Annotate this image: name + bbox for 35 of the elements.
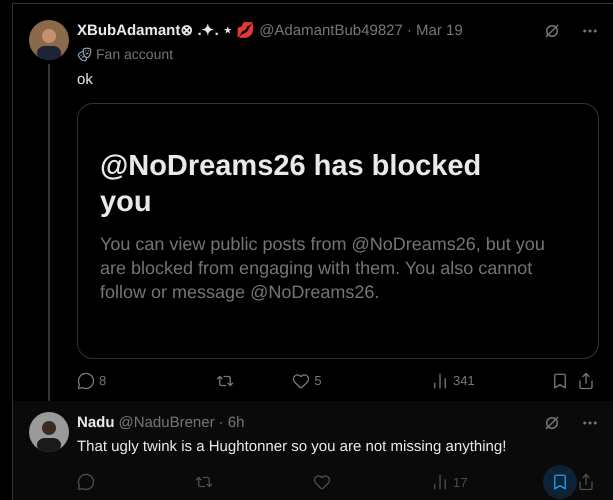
bookmark-button[interactable]: [543, 465, 577, 500]
reply-text: That ugly twink is a Hughtonner so you are not missing anything!: [77, 437, 508, 457]
reply-button[interactable]: 8: [77, 371, 157, 390]
user-handle[interactable]: @NaduBrener: [118, 412, 215, 434]
share-icon: [577, 372, 595, 390]
share-button[interactable]: [577, 473, 595, 492]
share-icon: [577, 473, 595, 492]
notice-title: @NoDreams26 has blocked you: [100, 149, 482, 220]
theater-mask-icon: [77, 46, 92, 62]
post-time[interactable]: · 6h: [218, 412, 244, 434]
bookmark-icon: [551, 473, 569, 492]
bookmark-button[interactable]: [551, 372, 569, 390]
post-time[interactable]: · Mar 19: [406, 20, 463, 42]
like-button[interactable]: 5: [292, 371, 372, 390]
speech-bubble-icon: [77, 372, 95, 390]
user-handle[interactable]: @AdamantBub49827: [259, 20, 403, 42]
avatar[interactable]: [29, 412, 69, 452]
heart-icon: [313, 473, 331, 492]
post-text: ok: [77, 70, 94, 90]
display-name[interactable]: XBubAdamant⊗ .✦. ⋆ 💋: [77, 20, 256, 42]
heart-icon: [292, 372, 310, 390]
views-button[interactable]: 17: [431, 472, 511, 492]
share-button[interactable]: [577, 372, 595, 390]
views-button[interactable]: 341: [430, 371, 511, 390]
bar-chart-icon: [431, 473, 449, 492]
notice-body: You can view public posts from @NoDreams26, but you are blocked from engaging with them. You also cannot follow or message @NoDreams26.: [100, 233, 546, 304]
speech-bubble-icon: [77, 473, 95, 492]
display-name[interactable]: Nadu: [77, 412, 114, 434]
account-label: Fan account: [96, 44, 174, 64]
reply-button[interactable]: [77, 472, 95, 492]
slashed-circle-icon[interactable]: [543, 414, 561, 432]
like-button[interactable]: [313, 472, 331, 492]
slashed-circle-icon[interactable]: [543, 22, 561, 40]
bookmark-icon: [551, 372, 569, 390]
avatar[interactable]: [29, 20, 69, 60]
